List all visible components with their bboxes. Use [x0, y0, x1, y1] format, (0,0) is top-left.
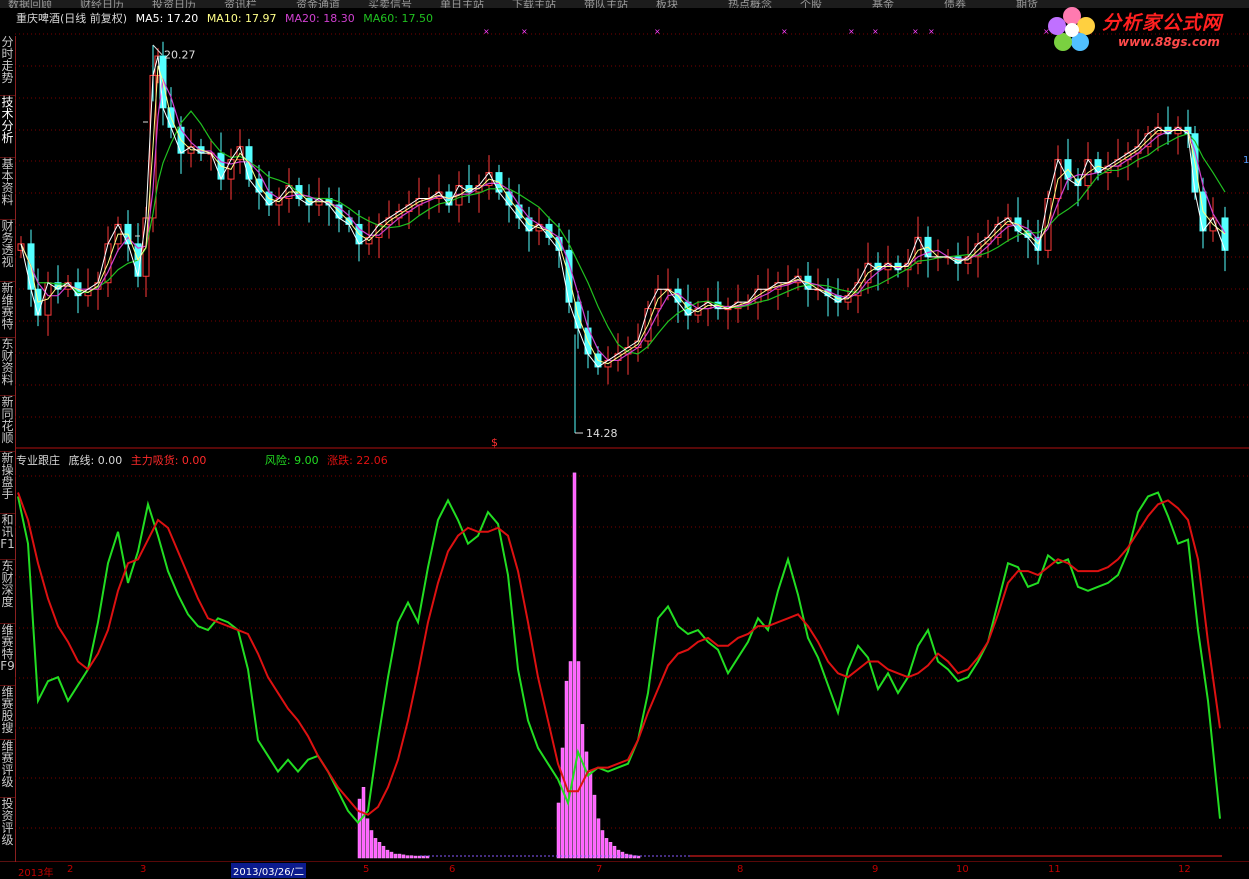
absorb-bar	[592, 794, 597, 859]
stock-title: 重庆啤酒(日线 前复权)	[16, 12, 128, 25]
absorb-bar	[596, 818, 601, 859]
risk-line	[17, 491, 1221, 825]
absorb-bar	[572, 472, 577, 859]
x-axis-label: 2013年	[18, 868, 54, 879]
site-logo: 分析家公式网 www.88gs.com	[1046, 4, 1246, 54]
risk-label: 风险: 9.00	[264, 454, 319, 467]
event-marker: ×	[781, 27, 788, 36]
absorb-bar	[401, 854, 406, 859]
absorb-label: 主力吸货: 0.00	[130, 454, 207, 467]
event-marker: ×	[483, 27, 490, 36]
event-marker: ×	[872, 27, 879, 36]
absorb-bar	[588, 771, 593, 859]
absorb-bar	[560, 747, 565, 859]
event-marker: ×	[521, 27, 528, 36]
ma20-label: MA20: 18.30	[285, 12, 355, 25]
absorb-bar	[377, 842, 382, 859]
absorb-bar	[616, 849, 621, 859]
indicator-header: 专业跟庄 底线: 0.00 主力吸货: 0.00 风险: 9.00 涨跌: 22…	[16, 452, 393, 468]
absorb-bar	[413, 855, 418, 859]
ma5-line	[20, 55, 1226, 368]
x-axis-label: 3	[140, 864, 147, 875]
event-marker: ×	[654, 27, 661, 36]
ma10-label: MA10: 17.97	[206, 12, 277, 25]
absorb-bar	[580, 724, 585, 859]
x-axis-label: 6	[449, 864, 456, 875]
x-axis-label: 10	[956, 864, 969, 875]
x-axis-label: 7	[596, 864, 603, 875]
absorb-bar	[604, 838, 609, 859]
logo-name: 分析家公式网	[1102, 12, 1223, 34]
kline-chart: 20.2714.28$××××××××××	[15, 27, 1249, 863]
ma20-line	[20, 77, 1226, 362]
absorb-bar	[405, 855, 410, 859]
change-label: 涨跌: 22.06	[327, 454, 388, 467]
x-axis-label: 2	[67, 864, 74, 875]
absorb-bar	[556, 802, 561, 859]
x-axis-label: 9	[872, 864, 879, 875]
absorb-bar	[365, 818, 370, 859]
absorb-bar	[409, 855, 414, 859]
absorb-bar	[620, 851, 625, 859]
absorb-bar	[568, 661, 573, 859]
event-marker: ×	[848, 27, 855, 36]
absorb-bar	[389, 851, 394, 859]
signal-marker: $	[491, 436, 498, 449]
absorb-bar	[361, 787, 366, 859]
x-axis-label: 8	[737, 864, 744, 875]
ma5-label: MA5: 17.20	[135, 12, 199, 25]
x-axis-label: 5	[363, 864, 370, 875]
high-price-label: 20.27	[164, 49, 196, 62]
chart-grid	[15, 33, 1249, 863]
right-marker: 1	[1243, 155, 1249, 166]
x-axis-label: 11	[1048, 864, 1061, 875]
indicator-name: 专业跟庄	[16, 454, 60, 467]
absorb-bars	[357, 472, 1222, 859]
x-axis-label: 12	[1178, 864, 1191, 875]
absorb-bar	[397, 853, 402, 859]
bottom-label: 底线: 0.00	[68, 454, 123, 467]
low-price-label: 14.28	[586, 427, 618, 440]
absorb-bar	[369, 830, 374, 859]
logo-url: www.88gs.com	[1118, 35, 1220, 49]
chart-marks: 20.2714.28$××××××××××	[135, 27, 1084, 449]
candles	[17, 41, 1229, 433]
flower-logo-icon	[1048, 7, 1095, 51]
absorb-bar	[385, 849, 390, 859]
event-marker: ×	[928, 27, 935, 36]
absorb-bar	[381, 845, 386, 859]
absorb-bar	[373, 838, 378, 859]
absorb-bar	[600, 830, 605, 859]
absorb-bar	[564, 680, 569, 859]
indicator-lines	[17, 55, 1226, 825]
ma60-label: MA60: 17.50	[363, 12, 433, 25]
absorb-bar	[357, 798, 362, 859]
x-axis: 2013/03/26/二 2013年 2 3 5 6 7 8 9 10 11 12	[15, 862, 1249, 879]
event-marker: ×	[912, 27, 919, 36]
absorb-bar	[393, 853, 398, 859]
main-header: 重庆啤酒(日线 前复权) MA5: 17.20 MA10: 17.97 MA20…	[16, 10, 438, 26]
